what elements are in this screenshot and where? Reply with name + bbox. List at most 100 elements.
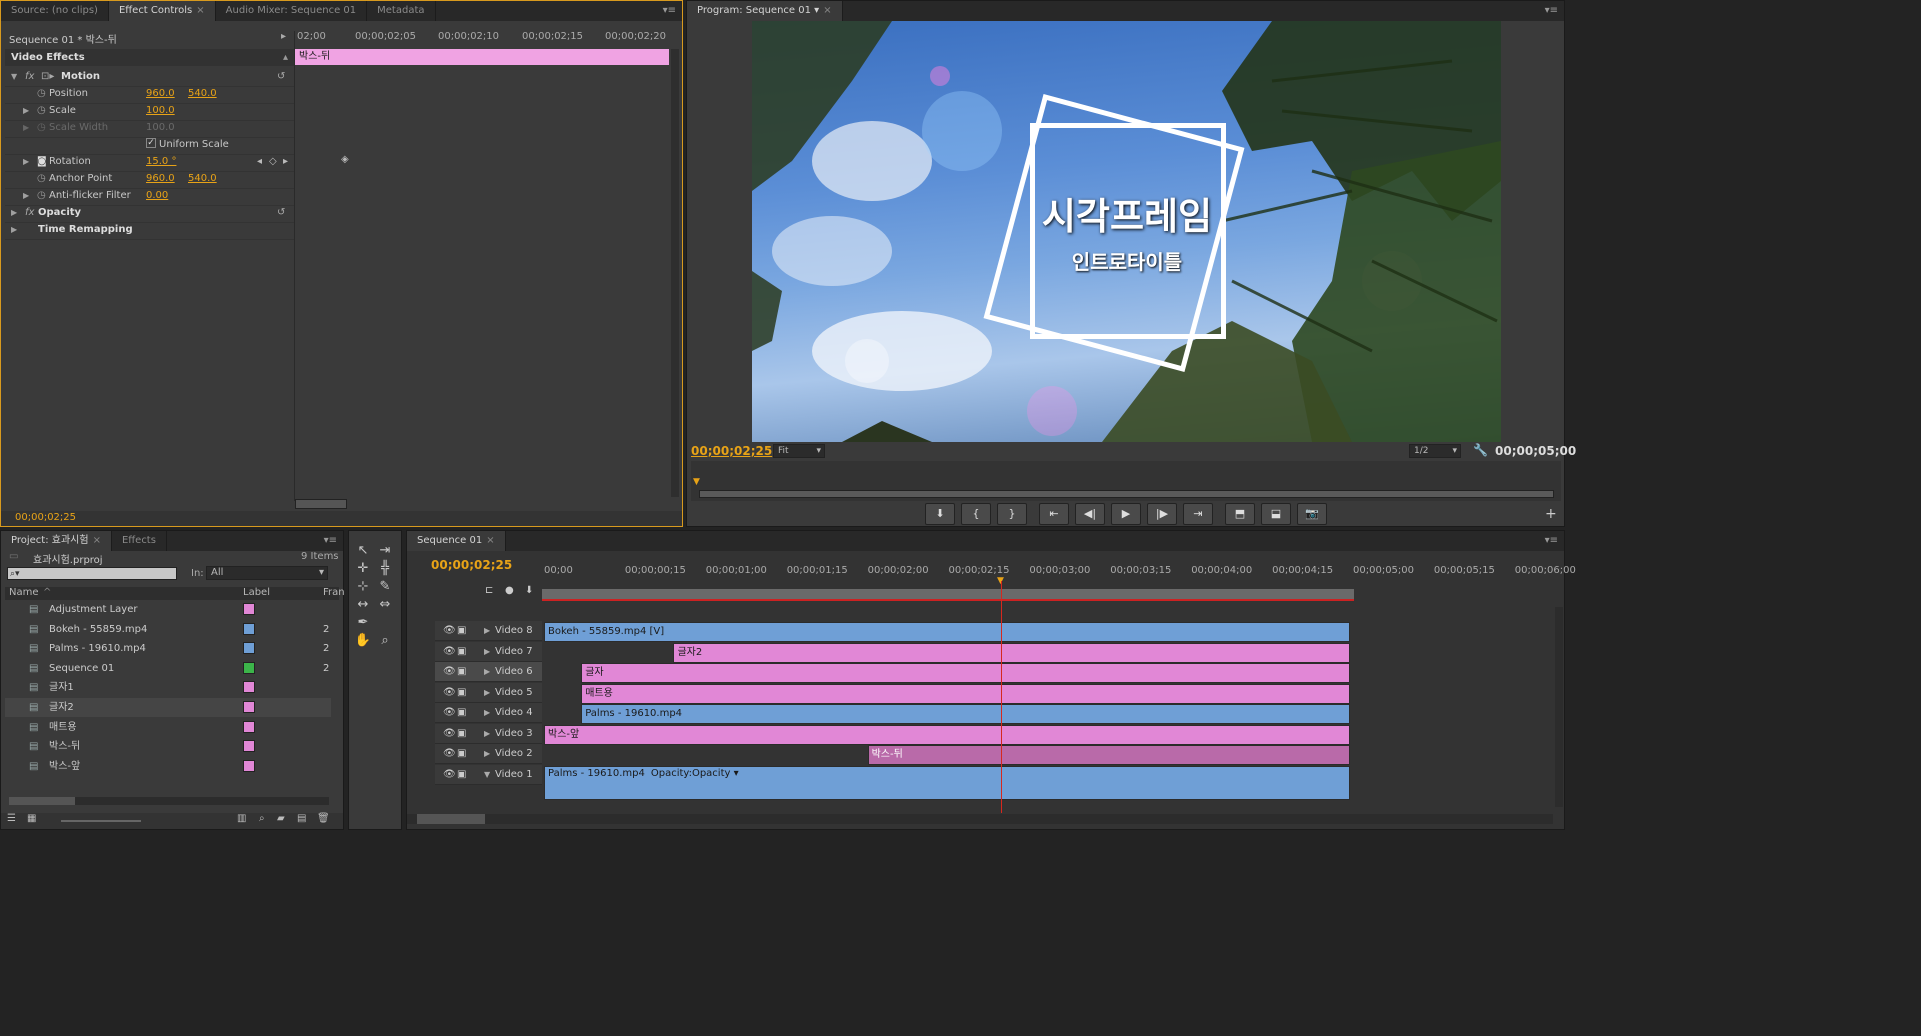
list-item[interactable]: ▤ 글자2 [5,698,331,717]
expand-triangle-icon[interactable]: ▶ [484,703,490,723]
list-item[interactable]: ▤ 매트용 [5,718,331,737]
label-swatch[interactable] [243,740,255,753]
list-item[interactable]: ▤ 글자1 [5,678,331,697]
expand-triangle-icon[interactable]: ▶ [484,621,490,641]
lock-icon[interactable]: ▣ [457,621,466,641]
list-item[interactable]: ▤ Sequence 01 2 [5,659,331,678]
pen-tool-icon[interactable]: ✒ [353,613,373,633]
tab-program[interactable]: Program: Sequence 01 ▾ × [687,1,843,21]
lift-button[interactable]: ⬒ [1225,503,1255,525]
expand-triangle-icon[interactable]: ▶ [11,219,17,240]
label-swatch[interactable] [243,720,255,733]
clip-opacity-dropdown[interactable]: Opacity:Opacity ▾ [651,768,739,779]
lock-icon[interactable]: ▣ [457,642,466,662]
automate-icon[interactable]: ▥ [237,813,246,824]
wrench-icon[interactable]: 🔧 [1473,443,1488,457]
label-swatch[interactable] [243,701,255,713]
uniform-scale-checkbox[interactable]: ✓ [146,138,156,148]
ec-timecode[interactable]: 00;00;02;25 [15,512,76,523]
mark-in-button[interactable]: { [961,503,991,525]
export-frame-button[interactable]: 📷 [1297,503,1327,525]
panel-menu-icon[interactable]: ▾≡ [1545,5,1558,16]
program-scrub-area[interactable]: ▼ [691,461,1561,501]
close-icon[interactable]: × [486,535,494,546]
slide-tool-icon[interactable]: ⇔ [375,595,395,615]
play-only-icon[interactable]: ▸ [281,31,286,42]
project-search-input[interactable]: ⌕▾ [7,567,177,580]
timeline-clip[interactable]: Palms - 19610.mp4 [581,704,1350,724]
track-header[interactable]: 👁 ▣ ▶ Video 3 [435,723,542,744]
eye-icon[interactable]: 👁 [443,642,456,662]
program-zoom-bar[interactable] [699,490,1554,498]
expand-triangle-icon[interactable]: ▶ [484,683,490,703]
eye-icon[interactable]: 👁 [443,744,456,764]
scroll-thumb[interactable] [417,814,485,824]
project-hscroll[interactable] [9,797,329,805]
mark-out-button[interactable]: } [997,503,1027,525]
rolling-edit-tool-icon[interactable]: ╬ [375,559,395,579]
timeline-clip[interactable]: Bokeh - 55859.mp4 [V] [544,622,1350,642]
zoom-slider[interactable] [61,820,141,822]
scroll-up-icon[interactable]: ▴ [283,49,288,66]
label-swatch[interactable] [243,759,255,772]
list-item[interactable]: ▤ Adjustment Layer [5,600,331,619]
expand-triangle-icon[interactable]: ▶ [484,642,490,662]
play-button[interactable]: ▶ [1111,503,1141,525]
new-bin-icon[interactable]: ▰ [277,813,285,824]
list-item[interactable]: ▤ Palms - 19610.mp4 2 [5,639,331,658]
icon-view-icon[interactable]: ▦ [27,813,36,824]
timeline-clip[interactable]: 박스-뒤 [867,745,1350,765]
timeline-clip[interactable]: 박스-앞 [544,724,1350,745]
tab-source[interactable]: Source: (no clips) [1,1,109,21]
timeline-clip[interactable]: 글자 [581,663,1350,683]
timeline-hscroll[interactable] [407,814,1553,824]
snap-icon[interactable]: ⊏ [485,585,493,596]
keyframe-diamond-icon[interactable]: ◈ [341,154,349,165]
tab-metadata[interactable]: Metadata [367,1,436,21]
razor-tool-icon[interactable]: ✎ [375,577,395,597]
scroll-thumb[interactable] [9,797,75,805]
fit-dropdown[interactable]: Fit ▾ [773,444,825,458]
panel-menu-icon[interactable]: ▾≡ [663,5,676,16]
go-to-in-button[interactable]: ⇤ [1039,503,1069,525]
program-timecode[interactable]: 00;00;02;25 [691,444,772,458]
add-marker-button[interactable]: ⬇ [925,503,955,525]
step-back-button[interactable]: ◀| [1075,503,1105,525]
track-header[interactable]: 👁 ▣ ▶ Video 6 [435,662,542,682]
tab-effects[interactable]: Effects [112,531,167,551]
ec-hscroll[interactable] [295,499,347,509]
track-header[interactable]: 👁 ▣ ▼ Video 1 [435,764,542,785]
eye-icon[interactable]: 👁 [443,662,456,682]
lock-icon[interactable]: ▣ [457,703,466,723]
set-encore-marker-icon[interactable]: ● [505,585,514,596]
extract-button[interactable]: ⬓ [1261,503,1291,525]
timeline-clip[interactable]: Palms - 19610.mp4 Opacity:Opacity ▾ [544,765,1350,800]
add-button-icon[interactable]: + [1545,506,1557,522]
list-item[interactable]: ▤ 박스-뒤 [5,737,331,756]
sort-icon[interactable]: ^ [43,587,51,598]
timeline-vscroll[interactable] [1555,607,1563,807]
list-item[interactable]: ▤ Bokeh - 55859.mp4 2 [5,620,331,639]
in-dropdown[interactable]: All ▾ [206,566,328,580]
timeline-timecode[interactable]: 00;00;02;25 [431,558,512,572]
new-item-icon[interactable]: ▤ [297,813,306,824]
panel-menu-icon[interactable]: ▾≡ [1545,535,1558,546]
column-frame[interactable]: Fran [323,587,345,598]
chevron-down-icon[interactable]: ▾ [814,5,819,16]
timeline-clip[interactable]: 매트용 [581,683,1350,704]
track-header[interactable]: 👁 ▣ ▶ Video 7 [435,641,542,662]
eye-icon[interactable]: 👁 [443,621,456,641]
timeline-clip[interactable]: 글자2 [673,642,1350,663]
column-name[interactable]: Name [9,587,39,598]
lock-icon[interactable]: ▣ [457,744,466,764]
add-marker-icon[interactable]: ⬇ [525,585,533,596]
label-swatch[interactable] [243,642,255,655]
track-select-tool-icon[interactable]: ⇥ [375,541,395,561]
tab-project[interactable]: Project: 효과시험 × [1,531,112,551]
close-icon[interactable]: × [196,5,204,16]
zoom-tool-icon[interactable]: ⌕ [375,631,395,651]
column-label[interactable]: Label [243,587,270,598]
ripple-edit-tool-icon[interactable]: ✛ [353,559,373,579]
selection-tool-icon[interactable]: ↖ [353,541,373,561]
effect-row-time-remapping[interactable]: ▶ Time Remapping [5,219,294,240]
